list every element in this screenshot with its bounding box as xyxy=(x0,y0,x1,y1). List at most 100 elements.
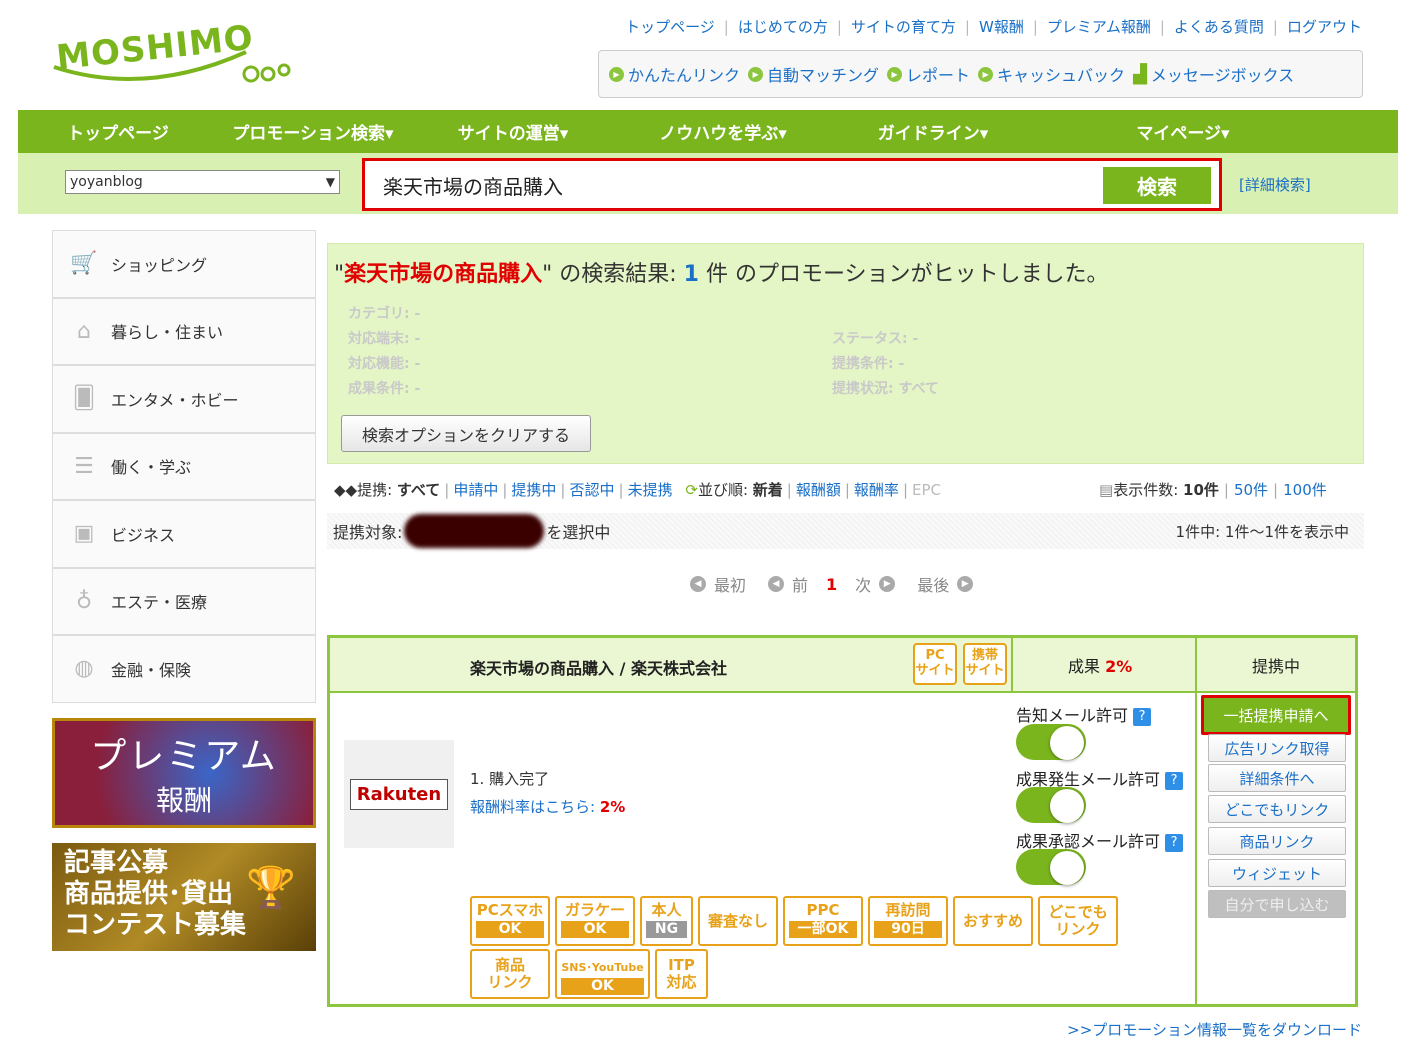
last-icon: ▶ xyxy=(957,576,974,592)
self-apply-button: 自分で申し込む xyxy=(1208,890,1346,918)
sublink-easy-link[interactable]: ▶ かんたんリンク xyxy=(609,62,740,86)
house-icon: ⌂ xyxy=(77,318,91,344)
pager-first[interactable]: 最初 xyxy=(714,572,746,596)
pager-prev[interactable]: 前 xyxy=(792,572,808,596)
nav-promotion-search[interactable]: プロモーション検索▾ xyxy=(218,119,408,144)
contest-banner[interactable]: 記事公募 商品提供･貸出 コンテスト募集 🏆 xyxy=(52,843,316,951)
filter-partnered[interactable]: 提携中 xyxy=(511,481,556,499)
toplink-faq[interactable]: よくある質問 xyxy=(1174,18,1264,36)
category-business[interactable]: ▣ ビジネス xyxy=(52,500,316,568)
detail-conditions-button[interactable]: 詳細条件へ xyxy=(1208,764,1346,792)
promotion-header: 楽天市場の商品購入 / 楽天株式会社 PC サイト 携帯 サイト 成果 2% 提… xyxy=(330,638,1355,693)
nav-guideline[interactable]: ガイドライン▾ xyxy=(828,119,1038,144)
toplink-premium[interactable]: プレミアム報酬 xyxy=(1047,18,1151,36)
category-shopping[interactable]: 🛒 ショッピング xyxy=(52,230,316,298)
help-icon[interactable]: ? xyxy=(1165,771,1184,790)
nav-top[interactable]: トップページ xyxy=(18,119,218,144)
mobile-site-tag: 携帯 サイト xyxy=(963,643,1007,685)
pc-site-tag: PC サイト xyxy=(913,643,957,685)
count-50[interactable]: 50件 xyxy=(1234,481,1268,499)
help-icon[interactable]: ? xyxy=(1165,833,1184,852)
sublink-message-box[interactable]: ▟ メッセージボックス xyxy=(1133,62,1294,86)
sublink-report[interactable]: ▶ レポート xyxy=(887,62,970,86)
promotion-name[interactable]: 楽天市場の商品購入 / 楽天株式会社 xyxy=(470,655,727,679)
download-promotion-list-link[interactable]: >>プロモーション情報一覧をダウンロード xyxy=(1067,1019,1362,1040)
badge-feature-phone: ガラケー OK xyxy=(555,896,635,946)
approval-mail-toggle[interactable] xyxy=(1016,849,1086,885)
trophy-icon: 🏆 xyxy=(246,865,296,911)
badge-recommended: おすすめ xyxy=(953,896,1033,946)
help-icon[interactable]: ? xyxy=(1133,707,1152,726)
sort-new[interactable]: 新着 xyxy=(753,481,783,499)
category-beauty-medical[interactable]: ♁ エステ・医療 xyxy=(52,567,316,635)
nav-learn-howto[interactable]: ノウハウを学ぶ▾ xyxy=(618,119,828,144)
toplink-logout[interactable]: ログアウト xyxy=(1287,18,1362,36)
result-mail-toggle[interactable] xyxy=(1016,787,1086,823)
arrow-circle-icon: ▶ xyxy=(978,66,994,82)
prev-icon: ◀ xyxy=(768,576,785,592)
message-box-icon: ▟ xyxy=(1133,63,1147,85)
filter-unpartnered[interactable]: 未提携 xyxy=(628,481,673,499)
sort-reward-rate[interactable]: 報酬率 xyxy=(854,481,899,499)
sublink-auto-matching[interactable]: ▶ 自動マッチング xyxy=(748,62,879,86)
get-ad-link-button[interactable]: 広告リンク取得 xyxy=(1208,734,1346,762)
badge-product-link: 商品 リンク xyxy=(470,949,550,999)
display-count: ▤表示件数: 10件 | 50件 | 100件 xyxy=(1099,481,1327,499)
category-work-study[interactable]: ☰ 働く・学ぶ xyxy=(52,432,316,500)
toggle-knob xyxy=(1050,789,1084,823)
pager-next[interactable]: 次 xyxy=(855,572,871,596)
result-range: 1件中: 1件〜1件を表示中 xyxy=(1175,522,1349,541)
cart-icon: 🛒 xyxy=(70,251,98,277)
toggle-knob xyxy=(1050,851,1084,885)
options-right: ステータス: - 提携条件: - 提携状況: すべて xyxy=(832,331,939,397)
sort-epc: EPC xyxy=(912,481,941,499)
filter-applying[interactable]: 申請中 xyxy=(453,481,498,499)
sort-reward-amount[interactable]: 報酬額 xyxy=(796,481,841,499)
divider xyxy=(1011,638,1013,693)
search-result-summary: "楽天市場の商品購入" の検索結果: 1 件 のプロモーションがヒットしました。… xyxy=(327,243,1364,464)
filter-rejected[interactable]: 否認中 xyxy=(569,481,614,499)
nav-site-operation[interactable]: サイトの運営▾ xyxy=(408,119,618,144)
piggy-bank-icon: ◍ xyxy=(74,656,94,682)
partner-filter-icon: ◆◆ xyxy=(334,481,358,499)
advanced-search-link[interactable]: [詳細検索] xyxy=(1239,174,1311,195)
widget-button[interactable]: ウィジェット xyxy=(1208,859,1346,887)
toplink-grow[interactable]: サイトの育て方 xyxy=(851,18,956,36)
search-button[interactable]: 検索 xyxy=(1103,167,1211,204)
redacted-site-name xyxy=(404,514,545,548)
count-100[interactable]: 100件 xyxy=(1283,481,1327,499)
reward-step: 1. 購入完了 xyxy=(470,770,550,788)
moshimo-logo[interactable]: MOSHIMO xyxy=(46,18,296,92)
premium-reward-banner[interactable]: プレミアム 報酬 xyxy=(52,718,316,828)
bulk-apply-button[interactable]: 一括提携申請へ xyxy=(1201,695,1351,735)
arrow-circle-icon: ▶ xyxy=(887,66,903,82)
reward-cell: 成果 2% xyxy=(1068,657,1133,676)
filter-all[interactable]: すべて xyxy=(397,481,440,499)
sublink-cashback[interactable]: ▶ キャッシュバック xyxy=(978,62,1125,86)
toplink-w-reward[interactable]: W報酬 xyxy=(979,18,1024,36)
toplink-top[interactable]: トップページ xyxy=(625,18,715,36)
promotion-table: 楽天市場の商品購入 / 楽天株式会社 PC サイト 携帯 サイト 成果 2% 提… xyxy=(327,635,1358,1007)
pager-last[interactable]: 最後 xyxy=(917,572,949,596)
category-entertainment[interactable]: 🂠 エンタメ・ホビー xyxy=(52,365,316,433)
search-input[interactable]: 楽天市場の商品購入 xyxy=(383,171,563,200)
options-left: カテゴリ: - 対応端末: - 対応機能: - 成果条件: - xyxy=(348,306,421,397)
logo-swoosh xyxy=(53,50,291,83)
toplink-beginner[interactable]: はじめての方 xyxy=(738,18,828,36)
product-link-button[interactable]: 商品リンク xyxy=(1208,827,1346,855)
nav-mypage[interactable]: マイページ▾ xyxy=(1038,119,1328,144)
top-links: トップページ | はじめての方 | サイトの育て方 | W報酬 | プレミアム報酬 | よくある質問… xyxy=(625,18,1362,36)
chevron-down-icon: ▼ xyxy=(325,175,335,189)
badge-itp: ITP 対応 xyxy=(655,949,708,999)
reward-rate-link[interactable]: 報酬料率はこちら: 2% xyxy=(470,796,625,817)
notice-mail-toggle[interactable] xyxy=(1016,724,1086,760)
advertiser-logo[interactable]: Rakuten xyxy=(344,740,454,848)
clear-options-button[interactable]: 検索オプションをクリアする xyxy=(341,415,591,452)
category-living[interactable]: ⌂ 暮らし・住まい xyxy=(52,297,316,365)
category-finance[interactable]: ◍ 金融・保険 xyxy=(52,635,316,703)
desk-icon: ☰ xyxy=(74,453,94,479)
anywhere-link-button[interactable]: どこでもリンク xyxy=(1208,795,1346,823)
site-select[interactable]: yoyanblog ▼ xyxy=(65,170,340,194)
badge-sns-youtube: SNS･YouTube OK xyxy=(555,949,650,999)
pager-current: 1 xyxy=(826,574,838,594)
